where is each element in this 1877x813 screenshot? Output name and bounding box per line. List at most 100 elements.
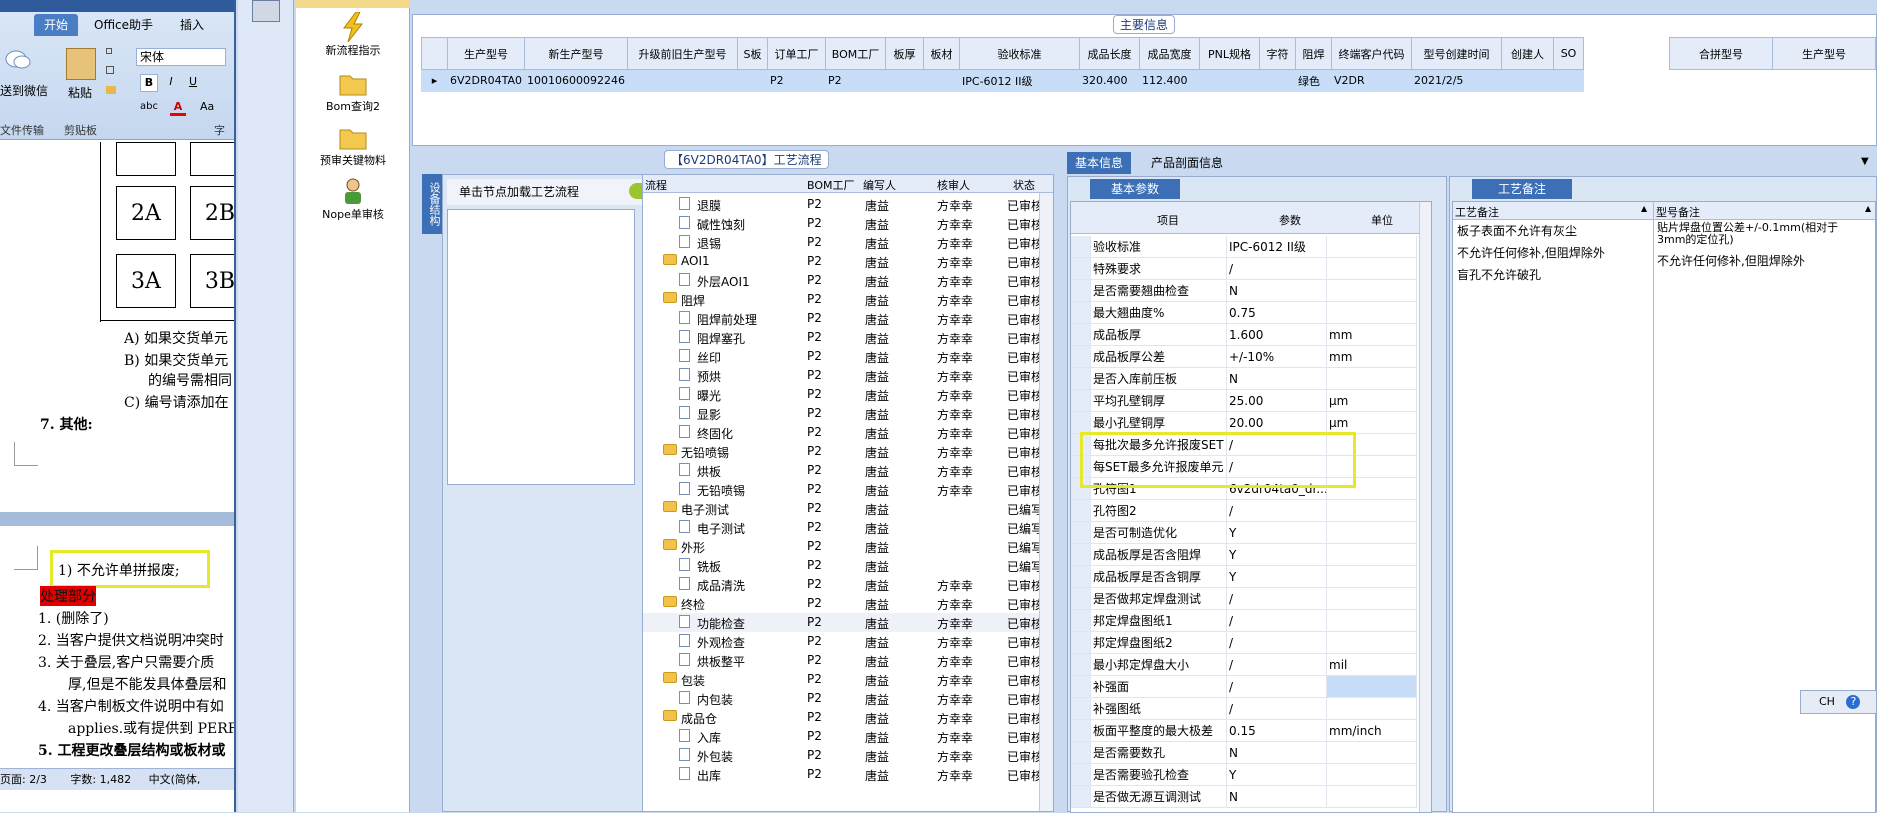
param-value[interactable]: N (1227, 742, 1327, 764)
col-header[interactable]: 型号创建时间 (1411, 37, 1503, 70)
param-unit[interactable]: mm (1327, 346, 1417, 368)
main-info-cell[interactable] (885, 69, 925, 92)
col-unit[interactable]: 单位 (1371, 212, 1393, 228)
param-row[interactable]: 邦定焊盘图纸2/ (1071, 632, 1417, 654)
nav-item-new-flow[interactable]: 新流程指示 (296, 12, 410, 58)
param-unit[interactable] (1327, 742, 1417, 764)
binoculars-icon[interactable] (252, 0, 280, 22)
param-unit[interactable] (1327, 302, 1417, 324)
col-bom[interactable]: BOM工厂 (807, 177, 855, 193)
format-painter-icon[interactable] (106, 86, 116, 94)
change-case-button[interactable]: Aa (200, 98, 226, 116)
flow-row[interactable]: 外形 P2 唐益 已编写 (643, 537, 1053, 556)
param-item[interactable]: 最小邦定焊盘大小 (1091, 654, 1227, 676)
param-row[interactable]: 最小孔壁铜厚 20.00 μm (1071, 412, 1417, 434)
flow-node-list[interactable] (447, 209, 635, 485)
param-value[interactable]: IPC-6012 II级 (1227, 236, 1327, 258)
main-info-cell[interactable]: V2DR (1331, 69, 1413, 92)
main-info-table[interactable]: 生产型号 新生产型号 升级前旧生产型号 S板 订单工厂 BOM工厂 板厚 板材 验收标准 成品长度… (421, 37, 1585, 92)
col-header[interactable]: 生产型号 (446, 37, 526, 70)
row-pointer[interactable]: ▸ (421, 69, 448, 92)
paste-label[interactable]: 粘贴 (68, 84, 92, 101)
flow-row[interactable]: 阻焊 P2 唐益 方幸幸 已审核 (643, 290, 1053, 309)
chevron-down-icon[interactable]: ▼ (1861, 156, 1869, 167)
italic-button[interactable]: I (162, 74, 180, 92)
param-item[interactable]: 特殊要求 (1091, 258, 1227, 280)
nav-item-nope-review[interactable]: Nope单审核 (296, 176, 410, 222)
param-unit[interactable]: mm (1327, 324, 1417, 346)
param-unit[interactable] (1327, 544, 1417, 566)
ime-lang[interactable]: CH (1819, 695, 1835, 708)
flow-row[interactable]: 外包装 P2 唐益 方幸幸 已审核 (643, 746, 1053, 765)
param-unit[interactable] (1327, 566, 1417, 588)
param-row[interactable]: 孔符图2/ (1071, 500, 1417, 522)
flow-row[interactable]: 无铅喷锡 P2 唐益 方幸幸 已审核 (643, 480, 1053, 499)
param-row[interactable]: 成品板厚 1.600 mm (1071, 324, 1417, 346)
tab-basic-info[interactable]: 基本信息 (1067, 152, 1132, 174)
col-merge-model[interactable]: 合拼型号 (1669, 37, 1773, 70)
param-item[interactable]: 是否需要翘曲检查 (1091, 280, 1227, 302)
flow-scrollbar[interactable] (1039, 193, 1053, 811)
flow-row[interactable]: 预烘 P2 唐益 方幸幸 已审核 (643, 366, 1053, 385)
scroll-up-icon[interactable]: ▲ (1641, 204, 1647, 213)
flow-row[interactable]: 电子测试 P2 唐益 已编写 (643, 518, 1053, 537)
col-header[interactable]: 成品长度 (1079, 37, 1141, 70)
col-param[interactable]: 参数 (1279, 212, 1301, 228)
main-info-cell[interactable] (1259, 69, 1297, 92)
highlight-button[interactable]: abc (140, 98, 162, 116)
param-value[interactable]: / (1227, 258, 1327, 280)
document-page-bottom[interactable]: 1) 不允许单拼报废; 处理部分 1. (删除了) 2. 当客户提供文档说明冲突… (0, 526, 234, 766)
param-unit[interactable]: μm (1327, 412, 1417, 434)
col-header[interactable]: BOM工厂 (825, 37, 887, 70)
param-value[interactable]: / (1227, 698, 1327, 720)
main-info-cell[interactable]: 10010600092246 (524, 69, 629, 92)
col-header[interactable]: 创建人 (1501, 37, 1555, 70)
param-row[interactable]: 特殊要求 / (1071, 258, 1417, 280)
param-value[interactable]: 1.600 (1227, 324, 1327, 346)
params-scrollbar[interactable] (1419, 202, 1431, 812)
param-row[interactable]: 成品板厚公差 +/-10% mm (1071, 346, 1417, 368)
param-unit[interactable] (1327, 522, 1417, 544)
param-value[interactable]: / (1227, 500, 1327, 522)
param-row[interactable]: 是否需要数孔 N (1071, 742, 1417, 764)
font-color-button[interactable]: A (170, 98, 186, 116)
main-info-cell[interactable] (1501, 69, 1555, 92)
param-row[interactable]: 是否需要翘曲检查 N (1071, 280, 1417, 302)
param-item[interactable]: 是否需要数孔 (1091, 742, 1227, 764)
param-row[interactable]: 补强图纸 / (1071, 698, 1417, 720)
param-item[interactable]: 板面平整度的最大极差 (1091, 720, 1227, 742)
param-item[interactable]: 成品板厚 (1091, 324, 1227, 346)
param-unit[interactable] (1327, 632, 1417, 654)
param-item[interactable]: 是否做无源互调测试 (1091, 786, 1227, 808)
param-row[interactable]: 最大翘曲度% 0.75 (1071, 302, 1417, 324)
flow-row[interactable]: 退膜 P2 唐益 方幸幸 已审核 (643, 195, 1053, 214)
param-value[interactable]: / (1227, 654, 1327, 676)
param-value[interactable]: Y (1227, 522, 1327, 544)
nav-item-key-material[interactable]: 预审关键物料 (296, 122, 410, 168)
main-info-cell[interactable] (1553, 69, 1585, 92)
flow-row[interactable]: 无铅喷锡 P2 唐益 方幸幸 已审核 (643, 442, 1053, 461)
param-row[interactable]: 邦定焊盘图纸1/ (1071, 610, 1417, 632)
flow-row[interactable]: 烘板 P2 唐益 方幸幸 已审核 (643, 461, 1053, 480)
param-value[interactable]: 25.00 (1227, 390, 1327, 412)
param-value[interactable]: / (1227, 610, 1327, 632)
col-status[interactable]: 状态 (1013, 177, 1035, 193)
notes-grid[interactable]: 工艺备注 型号备注 板子表面不允许有灰尘 不允许任何修补,但阻焊除外 盲孔不允许… (1452, 201, 1876, 813)
underline-button[interactable]: U (184, 74, 202, 92)
bold-button[interactable]: B (140, 74, 158, 92)
main-info-cell[interactable]: 绿色 (1295, 69, 1333, 92)
param-item[interactable]: 最大翘曲度% (1091, 302, 1227, 324)
param-unit[interactable] (1327, 698, 1417, 720)
param-item[interactable]: 验收标准 (1091, 236, 1227, 258)
param-row[interactable]: 是否需要验孔检查 Y (1071, 764, 1417, 786)
param-row[interactable]: 板面平整度的最大极差 0.15 mm/inch (1071, 720, 1417, 742)
col-header[interactable]: 终端客户代码 (1331, 37, 1413, 70)
flow-row[interactable]: 丝印 P2 唐益 方幸幸 已审核 (643, 347, 1053, 366)
main-info-cell[interactable]: 112.400 (1139, 69, 1201, 92)
flow-tree[interactable]: 流程 BOM工厂 编写人 核审人 状态 退膜 P2 唐益 方幸幸 已审核 碱性蚀刻 P2 唐益… (642, 174, 1054, 812)
paste-icon[interactable] (66, 48, 96, 80)
main-info-cell[interactable]: 6V2DR04TA0 (446, 69, 526, 92)
param-value[interactable]: N (1227, 368, 1327, 390)
flow-row[interactable]: 碱性蚀刻 P2 唐益 方幸幸 已审核 (643, 214, 1053, 233)
param-item[interactable]: 是否可制造优化 (1091, 522, 1227, 544)
